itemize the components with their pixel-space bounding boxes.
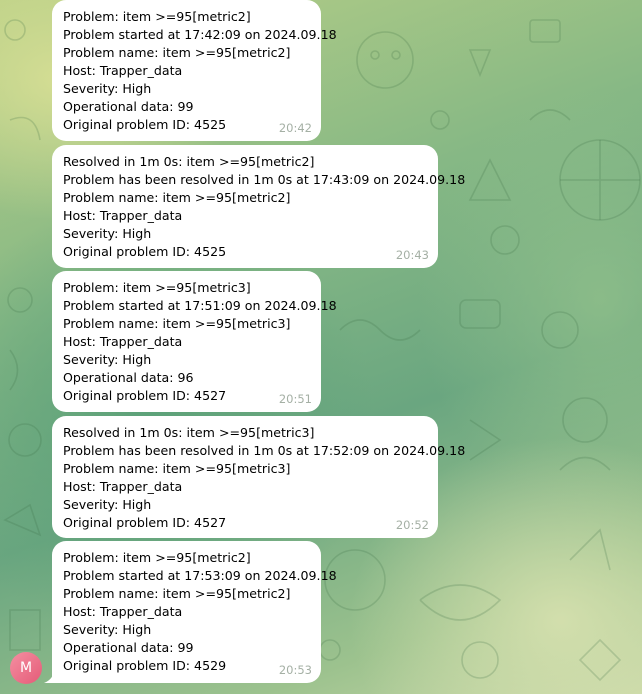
message-line: Original problem ID: 4529 [63, 658, 227, 673]
message-line: Operational data: 99 [63, 99, 194, 114]
message-line: Original problem ID: 4525 [63, 244, 227, 259]
message-line: Operational data: 96 [63, 370, 194, 385]
message-line: Host: Trapper_data [63, 479, 183, 494]
message-line: Host: Trapper_data [63, 208, 183, 223]
message-line: Severity: High [63, 226, 152, 241]
message-line: Severity: High [63, 352, 152, 367]
message-bubble[interactable]: Problem: item >=95[metric2] Problem star… [52, 0, 337, 141]
message-line: Severity: High [63, 622, 152, 637]
message-line: Resolved in 1m 0s: item >=95[metric2] [63, 154, 315, 169]
message-line: Host: Trapper_data [63, 604, 183, 619]
message-line: Original problem ID: 4527 [63, 515, 227, 530]
message-line: Problem name: item >=95[metric2] [63, 586, 291, 601]
message-line: Problem has been resolved in 1m 0s at 17… [63, 172, 466, 187]
message-line: Resolved in 1m 0s: item >=95[metric3] [63, 425, 315, 440]
message-line: Severity: High [63, 497, 152, 512]
message-bubble[interactable]: Resolved in 1m 0s: item >=95[metric3] Pr… [52, 416, 466, 538]
message-line: Problem name: item >=95[metric3] [63, 316, 291, 331]
message-time: 20:51 [278, 392, 312, 406]
message-line: Severity: High [63, 81, 152, 96]
message-bubble[interactable]: Problem: item >=95[metric2] Problem star… [52, 541, 337, 683]
message-line: Problem started at 17:51:09 on 2024.09.1… [63, 298, 337, 313]
message-line: Problem started at 17:53:09 on 2024.09.1… [63, 568, 337, 583]
message-line: Problem has been resolved in 1m 0s at 17… [63, 443, 466, 458]
message-line: Host: Trapper_data [63, 334, 183, 349]
message-line: Original problem ID: 4527 [63, 388, 227, 403]
message-line: Problem name: item >=95[metric2] [63, 45, 291, 60]
message-line: Host: Trapper_data [63, 63, 183, 78]
message-line: Operational data: 99 [63, 640, 194, 655]
message-time: 20:52 [395, 518, 429, 532]
message-line: Problem name: item >=95[metric2] [63, 190, 291, 205]
message-line: Problem started at 17:42:09 on 2024.09.1… [63, 27, 337, 42]
avatar[interactable]: M [10, 652, 42, 684]
message-time: 20:43 [395, 248, 429, 262]
message-line: Original problem ID: 4525 [63, 117, 227, 132]
message-line: Problem: item >=95[metric3] [63, 280, 251, 295]
bubble-tail [44, 669, 60, 683]
message-bubble[interactable]: Resolved in 1m 0s: item >=95[metric2] Pr… [52, 145, 466, 268]
message-list[interactable]: Problem: item >=95[metric2] Problem star… [0, 0, 642, 694]
message-line: Problem: item >=95[metric2] [63, 550, 251, 565]
message-line: Problem name: item >=95[metric3] [63, 461, 291, 476]
message-bubble[interactable]: Problem: item >=95[metric3] Problem star… [52, 271, 337, 412]
message-line: Problem: item >=95[metric2] [63, 9, 251, 24]
message-time: 20:42 [278, 121, 312, 135]
message-time: 20:53 [278, 663, 312, 677]
